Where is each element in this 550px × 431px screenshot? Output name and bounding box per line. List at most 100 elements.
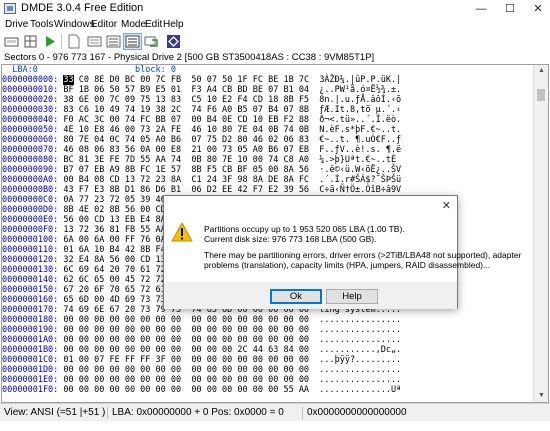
disk-navigation-icon[interactable] <box>164 33 183 50</box>
hex-row-ascii[interactable]: 3ÀŽÐ¼.|ûP.P.üK.| <box>309 75 401 85</box>
scroll-down-icon[interactable]: ▼ <box>534 390 548 402</box>
hex-row[interactable]: 00000001D0: 00 00 00 00 00 00 00 00 00 0… <box>2 365 401 375</box>
hex-row-ascii[interactable]: .´.Í.r#ŠÁ$?˜ŠÞŠü <box>309 175 401 185</box>
hex-row[interactable]: 0000000080: BC 81 3E FE 7D 55 AA 74 0B 8… <box>2 155 401 165</box>
editor-header: LBA:0 block: 0 <box>2 65 176 75</box>
hex-row-bytes[interactable]: 00 00 00 00 00 00 00 00 00 00 00 00 00 0… <box>58 385 309 395</box>
minimize-button[interactable]: — <box>470 0 492 18</box>
menu-edit[interactable]: Edit <box>145 19 162 30</box>
partitions-icon[interactable] <box>21 33 40 50</box>
hex-row[interactable]: 00000001E0: 00 00 00 00 00 00 00 00 00 0… <box>2 375 401 385</box>
hex-row-offset: 00000000D0: <box>2 205 59 215</box>
hex-row-ascii[interactable]: ................ <box>309 325 401 335</box>
hex-row-ascii[interactable]: 8n.|.u.ƒÅ.âôÍ.‹õ <box>309 95 401 105</box>
hex-row-bytes[interactable]: 00 B4 08 CD 13 72 23 8A C1 24 3F 98 8A D… <box>58 175 309 185</box>
table-view-icon[interactable] <box>123 33 142 50</box>
hex-row-offset: 0000000120: <box>2 255 59 265</box>
hex-row[interactable]: 0000000040: F0 AC 3C 00 74 FC BB 07 00 B… <box>2 115 401 125</box>
hex-row[interactable]: 0000000060: 80 7E 04 0C 74 05 A0 B6 07 7… <box>2 135 401 145</box>
hex-row-ascii[interactable]: ƒÆ.It.8,tö µ.´.‹ <box>309 105 401 115</box>
hex-row-ascii[interactable]: ð¬<.tü»..´.Í.ëò. <box>309 115 401 125</box>
hex-row-offset: 00000000F0: <box>2 225 59 235</box>
hex-row-bytes[interactable]: 46 08 06 83 56 0A 00 E8 21 00 73 05 A0 B… <box>58 145 309 155</box>
status-separator <box>302 407 303 419</box>
hex-row[interactable]: 00000001C0: 01 00 07 FE FF FF 3F 00 00 0… <box>2 355 401 365</box>
hex-row-bytes[interactable]: 43 F7 E3 8B D1 86 D6 B1 06 D2 EE 42 F7 E… <box>58 185 309 195</box>
hex-row-ascii[interactable]: ................ <box>309 375 401 385</box>
hex-row-bytes[interactable]: BF 1B 06 50 57 B9 E5 01 F3 A4 CB BD BE 0… <box>58 85 309 95</box>
maximize-button[interactable]: ☐ <box>499 0 521 18</box>
hex-row-ascii[interactable]: ¿..PW¹å.ó¤Ë½¾.±. <box>309 85 401 95</box>
hex-row-offset: 0000000130: <box>2 265 59 275</box>
hex-view-icon[interactable] <box>104 33 123 50</box>
hex-row-bytes[interactable]: BC 81 3E FE 7D 55 AA 74 0B 80 7E 10 00 7… <box>58 155 309 165</box>
hex-row-ascii[interactable]: €~..t. ¶.uÒ€F..ƒ <box>309 135 401 145</box>
open-drive-icon[interactable] <box>2 33 21 50</box>
close-window-button[interactable]: ✕ <box>527 0 549 18</box>
hex-row[interactable]: 0000000090: B7 07 EB A9 8B FC 1E 57 8B F… <box>2 165 401 175</box>
hex-row[interactable]: 0000000000: 33 C0 8E D0 BC 00 7C FB 50 0… <box>2 75 401 85</box>
hex-row-offset: 0000000010: <box>2 85 59 95</box>
hex-row-bytes[interactable]: 00 00 00 00 00 00 00 00 00 00 00 00 00 0… <box>58 325 309 335</box>
menu-tools[interactable]: Tools <box>30 19 53 30</box>
hex-row[interactable]: 0000000180: 00 00 00 00 00 00 00 00 00 0… <box>2 315 401 325</box>
help-button[interactable]: Help <box>326 289 378 304</box>
hex-row-bytes[interactable]: 80 7E 04 0C 74 05 A0 B6 07 75 D2 80 46 0… <box>58 135 309 145</box>
hex-row-bytes[interactable]: 4E 10 E8 46 00 73 2A FE 46 10 80 7E 04 0… <box>58 125 309 135</box>
scan-icon[interactable] <box>85 33 104 50</box>
scroll-up-icon[interactable]: ▲ <box>534 65 548 77</box>
hex-row-ascii[interactable]: N.èF.s*þF.€~..t. <box>309 125 401 135</box>
hex-row-bytes[interactable]: B7 07 EB A9 8B FC 1E 57 8B F5 CB BF 05 0… <box>58 165 309 175</box>
sectors-info-text: Sectors 0 - 976 773 167 - Physical Drive… <box>4 52 375 63</box>
hex-row-bytes[interactable]: 33 C0 8E D0 BC 00 7C FB 50 07 50 1F FC B… <box>58 75 309 85</box>
window-title: DMDE 3.0.4 Free Edition <box>21 2 144 14</box>
menu-mode[interactable]: Mode <box>121 19 146 30</box>
scrollbar-thumb[interactable] <box>537 89 545 101</box>
hex-row-bytes[interactable]: 00 00 00 00 00 00 00 00 00 00 00 00 00 0… <box>58 335 309 345</box>
hex-row-bytes[interactable]: 01 00 07 FE FF FF 3F 00 00 00 00 00 00 0… <box>58 355 309 365</box>
hex-row[interactable]: 00000001A0: 00 00 00 00 00 00 00 00 00 0… <box>2 335 401 345</box>
hex-cursor[interactable]: 33 <box>63 75 74 85</box>
hex-row-offset: 00000001F0: <box>2 385 59 395</box>
hex-row[interactable]: 0000000030: 83 C6 10 49 74 19 38 2C 74 F… <box>2 105 401 115</box>
hex-row-bytes[interactable]: 00 00 00 00 00 00 00 00 00 00 00 00 00 0… <box>58 365 309 375</box>
hex-row[interactable]: 00000001B0: 00 00 00 00 00 00 00 00 00 0… <box>2 345 401 355</box>
hex-row-bytes[interactable]: 00 00 00 00 00 00 00 00 00 00 00 00 00 0… <box>58 375 309 385</box>
menu-help[interactable]: Help <box>163 19 184 30</box>
hex-row-bytes[interactable]: 83 C6 10 49 74 19 38 2C 74 F6 A0 B5 07 B… <box>58 105 309 115</box>
hex-row-ascii[interactable]: F..ƒV..è!.s. ¶.ë <box>309 145 401 155</box>
hex-row-ascii[interactable]: ................ <box>309 365 401 375</box>
hex-row-bytes[interactable]: 00 00 00 00 00 00 00 00 00 00 00 2C 44 6… <box>58 345 309 355</box>
hex-row-ascii[interactable]: C÷ã‹Ñ†Ö±.ÒîB÷â9V <box>309 185 401 195</box>
hex-row[interactable]: 00000001F0: 00 00 00 00 00 00 00 00 00 0… <box>2 385 401 395</box>
hex-row-bytes[interactable]: F0 AC 3C 00 74 FC BB 07 00 B4 0E CD 10 E… <box>58 115 309 125</box>
run-icon[interactable] <box>40 33 59 50</box>
hex-row-bytes[interactable]: 00 00 00 00 00 00 00 00 00 00 00 00 00 0… <box>58 315 309 325</box>
recovery-icon[interactable] <box>142 33 161 50</box>
hex-row-offset: 0000000090: <box>2 165 59 175</box>
menu-editor[interactable]: Editor <box>91 19 117 30</box>
hex-row[interactable]: 0000000190: 00 00 00 00 00 00 00 00 00 0… <box>2 325 401 335</box>
menu-windows[interactable]: Windows <box>54 19 95 30</box>
hex-row[interactable]: 0000000010: BF 1B 06 50 57 B9 E5 01 F3 A… <box>2 85 401 95</box>
vertical-scrollbar[interactable]: ▲ ▼ <box>533 65 548 402</box>
hex-row-ascii[interactable]: ¼.>þ}Uªt.€~..tÈ <box>309 155 401 165</box>
hex-row-ascii[interactable]: ·.ë©‹ü.W‹õË¿..ŠV <box>309 165 401 175</box>
hex-row-ascii[interactable]: ................ <box>309 335 401 345</box>
hex-row-offset: 00000001E0: <box>2 375 59 385</box>
menu-drive[interactable]: Drive <box>5 19 28 30</box>
hex-row[interactable]: 0000000020: 38 6E 00 7C 09 75 13 83 C5 1… <box>2 95 401 105</box>
dialog-close-button[interactable]: ✕ <box>442 199 451 212</box>
dialog-line-errors: There may be partitioning errors, driver… <box>204 250 522 260</box>
hex-row-ascii[interactable]: ...........,Dc„. <box>309 345 401 355</box>
hex-row-ascii[interactable]: ................ <box>309 315 401 325</box>
hex-row[interactable]: 0000000050: 4E 10 E8 46 00 73 2A FE 46 1… <box>2 125 401 135</box>
hex-row-ascii[interactable]: ..............Uª <box>309 385 401 395</box>
ok-button[interactable]: Ok <box>270 289 322 304</box>
hex-row[interactable]: 00000000A0: 00 B4 08 CD 13 72 23 8A C1 2… <box>2 175 401 185</box>
hex-row-ascii[interactable]: ...þÿÿ?......... <box>309 355 401 365</box>
hex-row[interactable]: 00000000B0: 43 F7 E3 8B D1 86 D6 B1 06 D… <box>2 185 401 195</box>
hex-row-bytes[interactable]: 38 6E 00 7C 09 75 13 83 C5 10 E2 F4 CD 1… <box>58 95 309 105</box>
document-icon[interactable] <box>64 33 83 50</box>
hex-row[interactable]: 0000000070: 46 08 06 83 56 0A 00 E8 21 0… <box>2 145 401 155</box>
